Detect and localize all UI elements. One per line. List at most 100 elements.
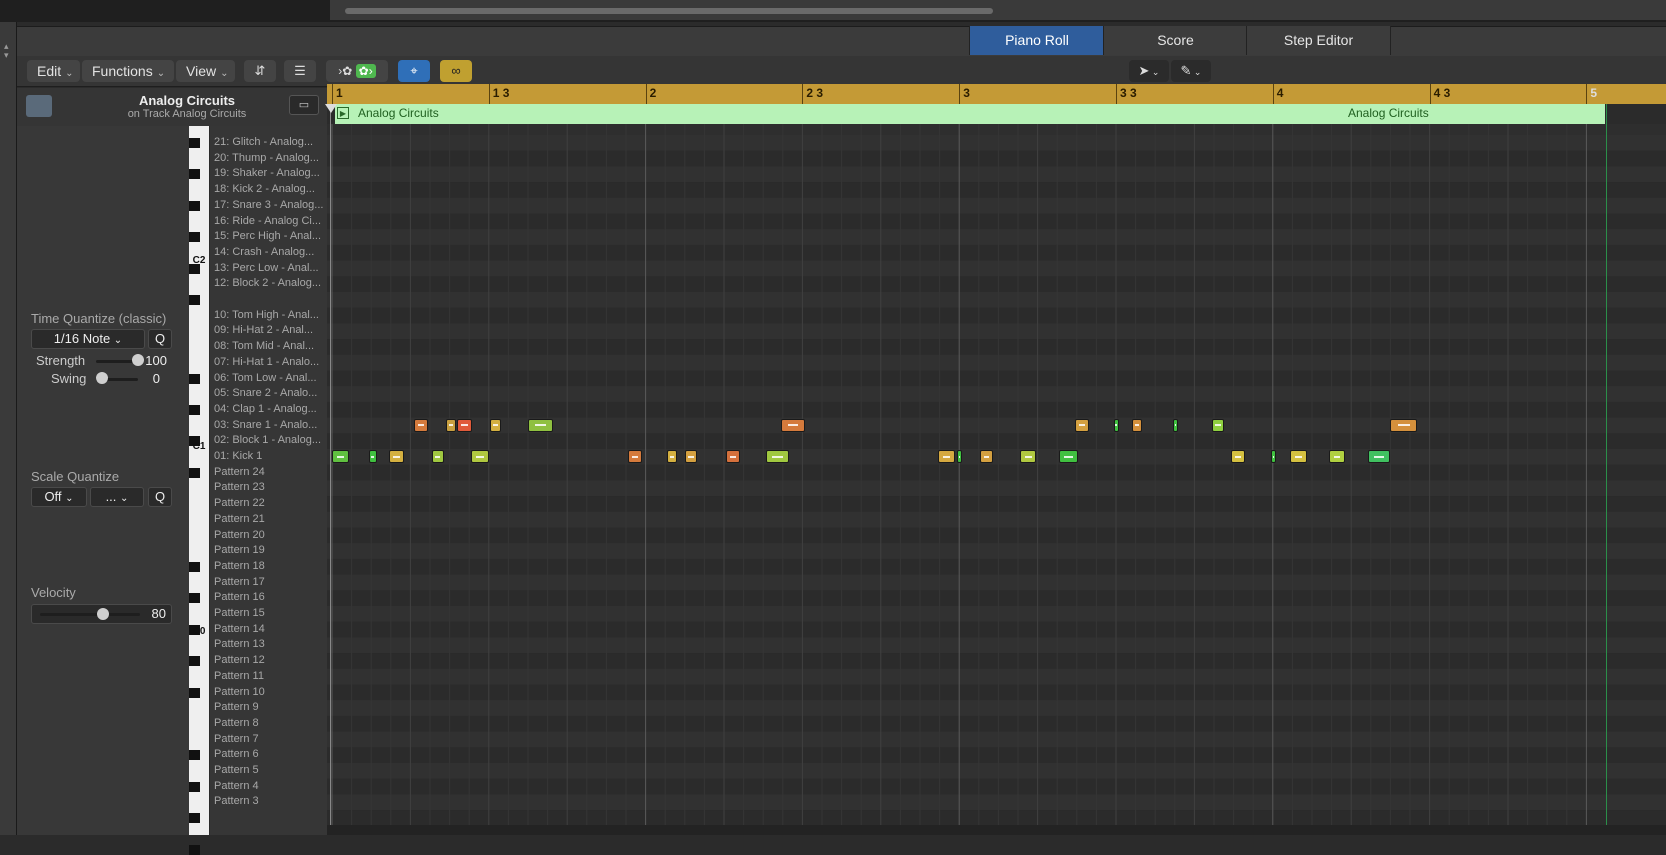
note-grid[interactable] xyxy=(327,124,1666,825)
drum-name-row[interactable]: Pattern 7 xyxy=(214,732,326,747)
tab-piano-roll[interactable]: Piano Roll xyxy=(969,26,1105,55)
drum-name-row[interactable] xyxy=(214,292,326,307)
scale-q-button[interactable]: Q xyxy=(148,487,172,507)
drum-name-row[interactable]: 16: Ride - Analog Ci... xyxy=(214,214,326,229)
black-key[interactable] xyxy=(189,295,200,305)
bar-ruler[interactable] xyxy=(327,84,1666,104)
drum-name-row[interactable]: 19: Shaker - Analog... xyxy=(214,166,326,181)
black-key[interactable] xyxy=(189,687,200,698)
drum-name-row[interactable]: 15: Perc High - Anal... xyxy=(214,229,326,244)
midi-note[interactable] xyxy=(666,450,677,463)
pencil-tool-icon[interactable]: ✎ ⌄ xyxy=(1171,60,1211,82)
drum-name-row[interactable]: 04: Clap 1 - Analog... xyxy=(214,402,326,417)
drum-name-row[interactable]: Pattern 8 xyxy=(214,716,326,731)
drum-name-row[interactable]: 21: Glitch - Analog... xyxy=(214,135,326,150)
drum-name-row[interactable]: 09: Hi-Hat 2 - Anal... xyxy=(214,323,326,338)
drum-name-row[interactable]: 03: Snare 1 - Analo... xyxy=(214,418,326,433)
black-key[interactable] xyxy=(189,561,200,572)
midi-in-out-icon[interactable]: ›✿ ✿› xyxy=(326,60,388,82)
black-key[interactable] xyxy=(189,467,200,478)
midi-note[interactable] xyxy=(956,450,963,463)
drum-name-row[interactable]: 10: Tom High - Anal... xyxy=(214,308,326,323)
midi-note[interactable] xyxy=(1390,418,1418,432)
midi-note[interactable] xyxy=(684,450,698,463)
midi-note[interactable] xyxy=(628,450,643,463)
black-key[interactable] xyxy=(189,656,200,667)
midi-note[interactable] xyxy=(490,418,501,432)
midi-note[interactable] xyxy=(1290,450,1308,463)
drum-name-row[interactable]: 12: Block 2 - Analog... xyxy=(214,276,326,291)
black-key[interactable] xyxy=(189,138,200,148)
drum-name-row[interactable]: 07: Hi-Hat 1 - Analo... xyxy=(214,355,326,370)
midi-note[interactable] xyxy=(1329,450,1345,463)
midi-note[interactable] xyxy=(781,418,805,432)
midi-note[interactable] xyxy=(389,450,405,463)
black-key[interactable] xyxy=(189,373,200,384)
drum-name-row[interactable]: Pattern 10 xyxy=(214,685,326,700)
drum-name-row[interactable]: Pattern 15 xyxy=(214,606,326,621)
black-key[interactable] xyxy=(189,750,200,761)
drum-name-row[interactable]: Pattern 20 xyxy=(214,528,326,543)
editor-resize-edge[interactable]: ▴ ▾ xyxy=(0,22,17,835)
black-key[interactable] xyxy=(189,169,200,180)
midi-note[interactable] xyxy=(1368,450,1391,463)
drum-name-row[interactable]: Pattern 17 xyxy=(214,575,326,590)
black-key[interactable] xyxy=(189,844,200,855)
midi-note[interactable] xyxy=(1231,450,1246,463)
functions-menu-button[interactable]: Functions ⌄ xyxy=(82,60,174,82)
drum-name-row[interactable]: Pattern 3 xyxy=(214,794,326,809)
drum-name-row[interactable]: Pattern 11 xyxy=(214,669,326,684)
midi-note[interactable] xyxy=(1020,450,1037,463)
drum-name-row[interactable]: 02: Block 1 - Analog... xyxy=(214,433,326,448)
drum-name-row[interactable]: Pattern 9 xyxy=(214,700,326,715)
drum-name-row[interactable]: 14: Crash - Analog... xyxy=(214,245,326,260)
catch-playhead-icon[interactable]: ⌖ xyxy=(398,60,430,82)
drum-name-row[interactable]: 05: Snare 2 - Analo... xyxy=(214,386,326,401)
playhead[interactable] xyxy=(330,104,331,825)
drum-name-row[interactable]: 08: Tom Mid - Anal... xyxy=(214,339,326,354)
drum-name-row[interactable]: Pattern 19 xyxy=(214,543,326,558)
midi-note[interactable] xyxy=(368,450,377,463)
quantize-value-select[interactable]: 1/16 Note ⌄ xyxy=(31,329,145,349)
midi-region-bar[interactable]: ▶ Analog Circuits Analog Circuits xyxy=(335,104,1605,125)
playhead-handle-icon[interactable] xyxy=(325,104,337,113)
scale-type-select[interactable]: ... ⌄ xyxy=(90,487,144,507)
midi-note[interactable] xyxy=(1058,450,1079,463)
midi-out-toggle[interactable]: ✿› xyxy=(355,64,376,78)
midi-note[interactable] xyxy=(528,418,554,432)
swing-slider-knob[interactable] xyxy=(96,372,108,384)
black-key[interactable] xyxy=(189,232,200,243)
velocity-slider[interactable] xyxy=(40,613,140,616)
midi-note[interactable] xyxy=(332,450,350,463)
collapse-header-button[interactable]: ▭ xyxy=(289,95,319,115)
drum-name-row[interactable]: 18: Kick 2 - Analog... xyxy=(214,182,326,197)
view-menu-button[interactable]: View ⌄ xyxy=(176,60,235,82)
midi-note[interactable] xyxy=(1271,450,1277,463)
velocity-slider-knob[interactable] xyxy=(97,608,109,620)
midi-note[interactable] xyxy=(431,450,445,463)
drum-name-row[interactable]: Pattern 23 xyxy=(214,480,326,495)
drum-name-row[interactable]: Pattern 5 xyxy=(214,763,326,778)
resize-arrows-icon[interactable]: ▴ ▾ xyxy=(4,42,9,60)
midi-note[interactable] xyxy=(1173,418,1179,432)
midi-note[interactable] xyxy=(1131,418,1142,432)
midi-note[interactable] xyxy=(1211,418,1225,432)
black-key[interactable] xyxy=(189,200,200,211)
tab-step-editor[interactable]: Step Editor xyxy=(1246,26,1391,55)
black-key[interactable] xyxy=(189,404,200,415)
collapse-tracks-icon[interactable]: ⇵ xyxy=(244,60,276,82)
black-key[interactable] xyxy=(189,593,200,604)
drum-name-row[interactable]: 20: Thump - Analog... xyxy=(214,151,326,166)
drum-name-row[interactable]: 06: Tom Low - Anal... xyxy=(214,371,326,386)
link-icon[interactable]: ∞ xyxy=(440,60,472,82)
tab-score[interactable]: Score xyxy=(1103,26,1248,55)
drum-name-row[interactable]: Pattern 21 xyxy=(214,512,326,527)
midi-note[interactable] xyxy=(765,450,790,463)
drum-name-row[interactable]: Pattern 14 xyxy=(214,622,326,637)
midi-note[interactable] xyxy=(980,450,993,463)
drum-name-row[interactable]: Pattern 13 xyxy=(214,637,326,652)
midi-note[interactable] xyxy=(726,450,741,463)
midi-note[interactable] xyxy=(1075,418,1090,432)
drum-name-row[interactable]: Pattern 24 xyxy=(214,465,326,480)
black-key[interactable] xyxy=(189,781,200,792)
